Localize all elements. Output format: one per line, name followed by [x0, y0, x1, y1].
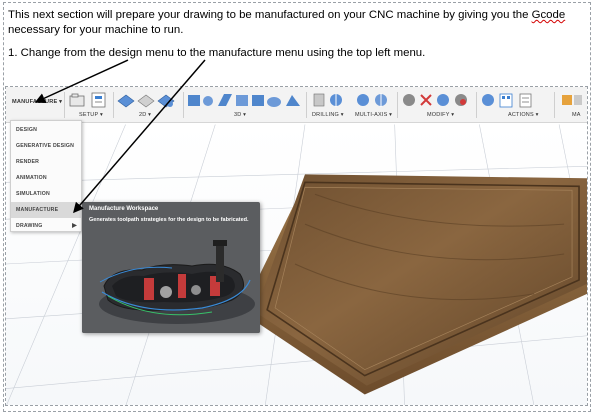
gcode-word: Gcode — [531, 9, 566, 21]
workspace-menu: DESIGN GENERATIVE DESIGN RENDER ANIMATIO… — [10, 120, 82, 232]
intro-text-after: necessary for your machine to run. — [8, 24, 184, 36]
intro-paragraph: This next section will prepare your draw… — [8, 8, 588, 38]
workspace-switcher-button[interactable]: MANUFACTURE ▾ — [8, 91, 64, 113]
actions-icon[interactable] — [480, 91, 552, 109]
fusion-screenshot: MANUFACTURE ▾ SETUP ▾ 2D ▾ 3D ▾ DRILLING… — [5, 86, 588, 406]
drilling-group-label[interactable]: DRILLING ▾ — [312, 112, 344, 118]
multi-axis-group-label[interactable]: MULTI-AXIS ▾ — [355, 112, 392, 118]
multi-axis-icon[interactable] — [353, 91, 393, 109]
3d-group-label[interactable]: 3D ▾ — [234, 112, 246, 118]
drill-icon[interactable] — [310, 91, 350, 109]
manufacture-toolbar: MANUFACTURE ▾ SETUP ▾ 2D ▾ 3D ▾ DRILLING… — [6, 87, 587, 123]
toolbar-separator — [554, 92, 555, 118]
actions-group-label[interactable]: ACTIONS ▾ — [508, 112, 539, 118]
toolbar-separator — [64, 92, 65, 118]
toolbar-separator — [183, 92, 184, 118]
modify-icon[interactable] — [401, 91, 473, 109]
menu-item-animation[interactable]: ANIMATION — [11, 170, 81, 186]
menu-item-manufacture[interactable]: MANUFACTURE — [11, 202, 81, 218]
intro-text-before: This next section will prepare your draw… — [8, 9, 532, 21]
toolbar-separator — [397, 92, 398, 118]
menu-item-generative-design[interactable]: GENERATIVE DESIGN — [11, 138, 81, 154]
menu-item-design[interactable]: DESIGN — [11, 122, 81, 138]
tooltip-description: Generates toolpath strategies for the de… — [89, 217, 249, 223]
manage-icon[interactable] — [558, 91, 586, 109]
menu-item-render[interactable]: RENDER — [11, 154, 81, 170]
modify-group-label[interactable]: MODIFY ▾ — [427, 112, 454, 118]
step-1-text: 1. Change from the design menu to the ma… — [8, 47, 426, 59]
2d-group-label[interactable]: 2D ▾ — [139, 112, 151, 118]
toolbar-separator — [306, 92, 307, 118]
3d-adaptive-icon[interactable] — [186, 91, 304, 109]
toolbar-separator — [113, 92, 114, 118]
manage-group-label[interactable]: MA — [572, 112, 581, 118]
tooltip-title: Manufacture Workspace — [89, 206, 159, 212]
menu-item-simulation[interactable]: SIMULATION — [11, 186, 81, 202]
setup-icon[interactable] — [68, 91, 110, 109]
toolbar-separator — [476, 92, 477, 118]
setup-group-label[interactable]: SETUP ▾ — [79, 112, 103, 118]
toolpath-preview-image — [82, 234, 260, 333]
menu-item-drawing[interactable]: DRAWING ▶ — [11, 218, 81, 234]
submenu-arrow-icon: ▶ — [72, 223, 77, 229]
2d-pocket-icon[interactable] — [116, 91, 180, 109]
manufacture-workspace-tooltip: Manufacture Workspace Generates toolpath… — [82, 202, 260, 333]
menu-item-drawing-label: DRAWING — [16, 223, 43, 229]
